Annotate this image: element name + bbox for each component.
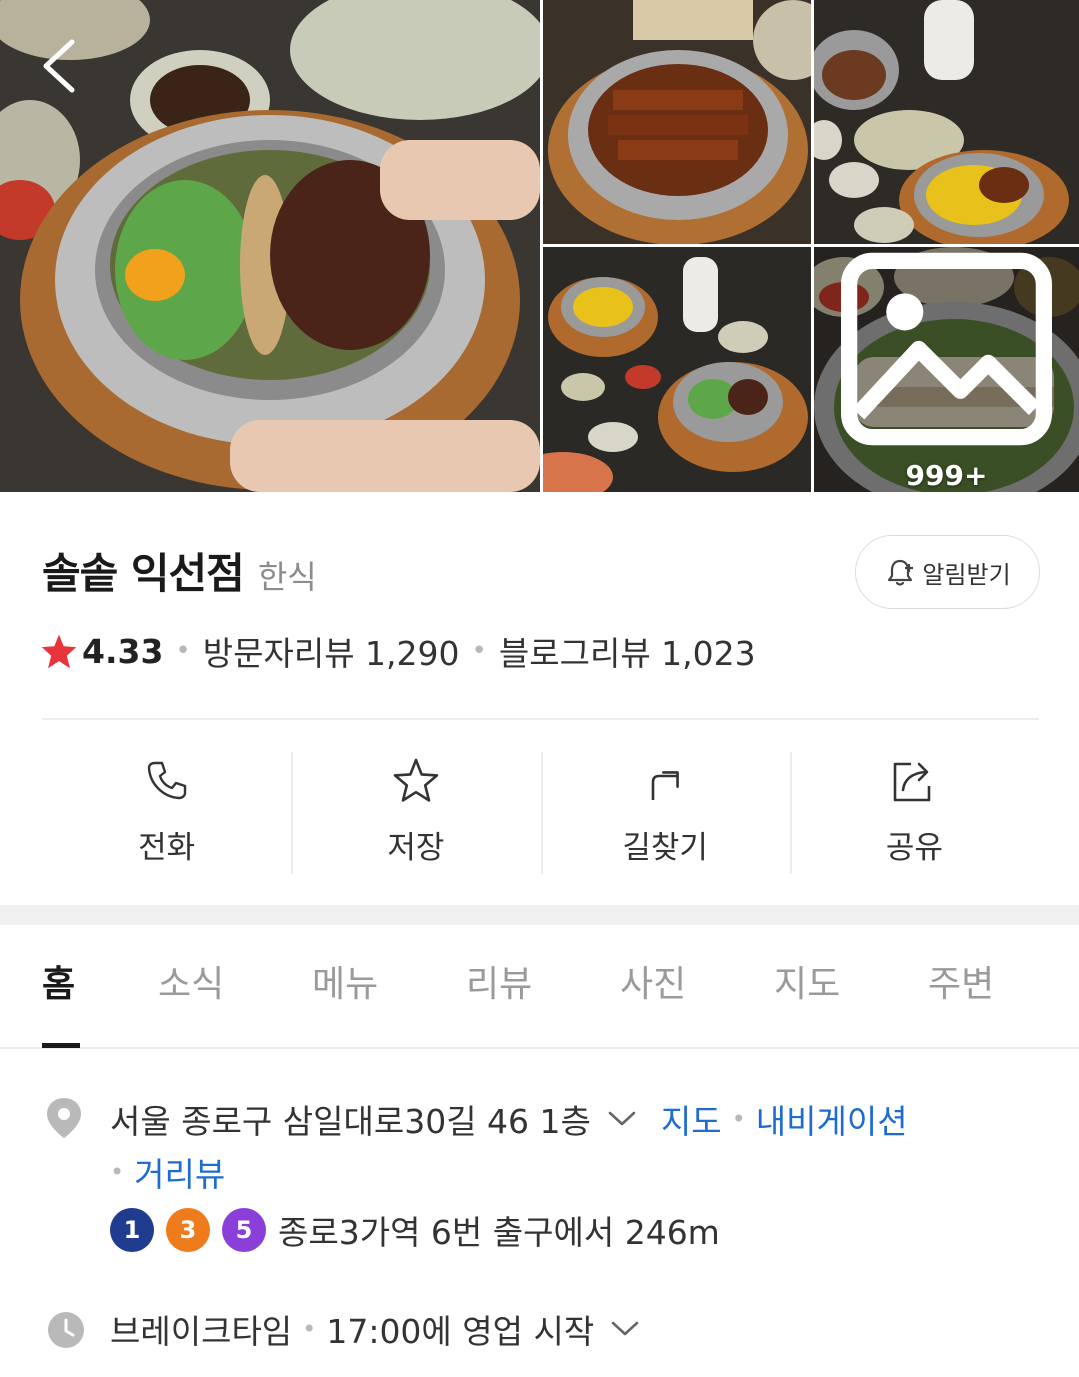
notify-button[interactable]: 알림받기 (855, 535, 1040, 609)
separator-dot: • (110, 1158, 125, 1186)
call-label: 전화 (138, 830, 196, 866)
business-hours-row[interactable]: 브레이크타임 • 17:00에 영업 시작 (110, 1305, 640, 1353)
star-outline-icon (393, 758, 439, 802)
gallery-photo[interactable]: my (814, 0, 1079, 244)
section-separator (0, 905, 1079, 925)
subway-text: 종로3가역 6번 출구에서 246m (278, 1213, 720, 1252)
place-category: 한식 (257, 558, 317, 596)
tab-photos[interactable]: 사진 (620, 955, 686, 1007)
address-row: 서울 종로구 삼일대로30길 46 1층 지도 • 내비게이션 (110, 1095, 908, 1143)
separator-dot: • (471, 636, 487, 666)
image-icon (841, 252, 1052, 446)
hours-status: 브레이크타임 (110, 1312, 293, 1351)
review-summary: 4.33 • 방문자리뷰 1,290 • 블로그리뷰 1,023 (40, 626, 756, 676)
share-button[interactable]: 공유 (789, 752, 1039, 876)
back-arrow-icon[interactable] (38, 38, 82, 94)
gallery-photo-more[interactable]: 999+ (814, 247, 1079, 492)
gallery-photo[interactable] (543, 247, 811, 492)
address-row-2: • 거리뷰 (110, 1148, 225, 1196)
street-view-link[interactable]: 거리뷰 (134, 1148, 225, 1196)
directions-icon (651, 771, 679, 800)
subway-line-1-badge: 1 (110, 1208, 154, 1252)
place-name: 솔솥 익선점 (42, 549, 245, 598)
visitor-review-link[interactable]: 방문자리뷰 1,290 (203, 627, 460, 675)
more-photos-overlay[interactable]: 999+ (814, 247, 1079, 492)
tab-news[interactable]: 소식 (158, 955, 224, 1007)
clock-icon (48, 1312, 84, 1348)
gallery-photo[interactable] (543, 0, 811, 244)
star-filled-icon (41, 634, 77, 669)
tab-bar: 홈 소식 메뉴 리뷰 사진 지도 주변 (0, 925, 1079, 1049)
divider (42, 718, 1039, 720)
tab-reviews[interactable]: 리뷰 (466, 955, 532, 1007)
photo-gallery: my (0, 0, 1079, 492)
subway-info: 1 3 5 종로3가역 6번 출구에서 246m (110, 1206, 720, 1254)
subway-line-3-badge: 3 (166, 1208, 210, 1252)
hours-text: 17:00에 영업 시작 (326, 1312, 595, 1351)
subway-line-5-badge: 5 (222, 1208, 266, 1252)
separator-dot: • (175, 636, 191, 666)
active-tab-indicator (42, 1043, 80, 1048)
title-row: 솔솥 익선점 한식 (42, 540, 317, 598)
bell-plus-icon (888, 559, 914, 586)
directions-label: 길찾기 (622, 830, 708, 866)
tab-nearby[interactable]: 주변 (928, 955, 994, 1007)
tab-map[interactable]: 지도 (774, 955, 840, 1007)
navigation-link[interactable]: 내비게이션 (756, 1095, 908, 1143)
chevron-down-icon[interactable] (610, 1320, 640, 1338)
directions-button[interactable]: 길찾기 (540, 752, 790, 876)
share-label: 공유 (885, 830, 943, 866)
share-icon (894, 762, 931, 802)
save-button[interactable]: 저장 (291, 752, 540, 876)
tab-home[interactable]: 홈 (42, 955, 75, 1007)
main-photo[interactable] (0, 0, 540, 492)
blog-review-link[interactable]: 블로그리뷰 1,023 (499, 627, 756, 675)
tab-menu[interactable]: 메뉴 (312, 955, 378, 1007)
notify-label: 알림받기 (922, 560, 1011, 589)
more-photos-count: 999+ (905, 459, 988, 492)
chevron-down-icon[interactable] (607, 1110, 637, 1128)
phone-icon (147, 761, 186, 800)
save-label: 저장 (387, 830, 445, 866)
separator-dot: • (731, 1105, 746, 1133)
call-button[interactable]: 전화 (42, 752, 291, 876)
separator-dot: • (302, 1315, 317, 1343)
address-text[interactable]: 서울 종로구 삼일대로30길 46 1층 (110, 1095, 591, 1143)
action-bar: 전화 저장 길찾기 공유 (42, 752, 1039, 876)
rating-value: 4.33 (82, 631, 164, 671)
location-pin-icon (47, 1098, 81, 1138)
map-link[interactable]: 지도 (661, 1095, 722, 1143)
